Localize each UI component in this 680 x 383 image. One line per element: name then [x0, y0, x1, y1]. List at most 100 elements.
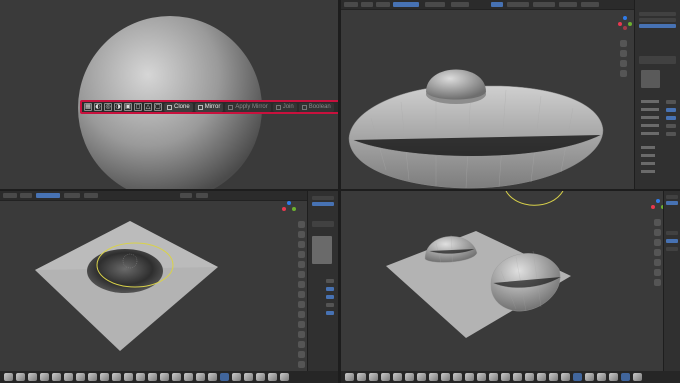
- brush-tool-icon[interactable]: [357, 373, 366, 381]
- outliner-row[interactable]: [666, 195, 678, 199]
- brush-tool-icon[interactable]: [441, 373, 450, 381]
- property-field[interactable]: [326, 311, 334, 315]
- brush-tool-icon[interactable]: [585, 373, 594, 381]
- brush-tool-icon[interactable]: [489, 373, 498, 381]
- tool-icon[interactable]: [298, 281, 305, 288]
- property-field[interactable]: [666, 132, 676, 136]
- apply-mirror-button[interactable]: Apply Mirror: [225, 102, 271, 112]
- navigation-gizmo[interactable]: [282, 201, 296, 215]
- property-field[interactable]: [326, 303, 334, 307]
- tool-icon[interactable]: [298, 291, 305, 298]
- brush-preview[interactable]: [641, 70, 660, 88]
- brush-tool-icon[interactable]: [609, 373, 618, 381]
- brush-panel[interactable]: [312, 221, 334, 227]
- outliner-row[interactable]: [312, 196, 334, 200]
- brush-tool-icon[interactable]: [453, 373, 462, 381]
- viewport-sphere[interactable]: ▦ ◐ ◎ ◑ ▣ ◻ △ ▢ Clone Mirror Apply Mirro…: [0, 0, 338, 189]
- tool-icon[interactable]: [298, 361, 305, 368]
- brush-icon[interactable]: ▦: [84, 103, 92, 111]
- mesh-icon[interactable]: ▢: [154, 103, 162, 111]
- brush-tool-icon[interactable]: [256, 373, 265, 381]
- brush-preview[interactable]: [312, 236, 332, 264]
- brush-tool-icon[interactable]: [280, 373, 289, 381]
- brush-tool-icon-selected[interactable]: [220, 373, 229, 381]
- brush-tool-icon[interactable]: [16, 373, 25, 381]
- join-button[interactable]: Join: [272, 102, 297, 112]
- property-field[interactable]: [666, 239, 678, 243]
- brush-tool-icon[interactable]: [393, 373, 402, 381]
- tool-icon[interactable]: [654, 259, 661, 266]
- remesh-icon[interactable]: ◎: [104, 103, 112, 111]
- viewport-disc[interactable]: [341, 0, 680, 189]
- tool-icon[interactable]: [298, 331, 305, 338]
- property-field[interactable]: [666, 247, 678, 251]
- property-field[interactable]: [666, 231, 678, 235]
- brush-tool-icon[interactable]: [465, 373, 474, 381]
- brush-tool-icon[interactable]: [405, 373, 414, 381]
- property-field[interactable]: [326, 287, 334, 291]
- property-field[interactable]: [326, 279, 334, 283]
- tool-icon[interactable]: [298, 351, 305, 358]
- brush-tool-icon[interactable]: [124, 373, 133, 381]
- brush-tool-icon[interactable]: [136, 373, 145, 381]
- property-field[interactable]: [666, 100, 676, 104]
- camera-icon[interactable]: [620, 60, 627, 67]
- tool-icon[interactable]: [298, 321, 305, 328]
- brush-tool-icon[interactable]: [597, 373, 606, 381]
- property-field[interactable]: [666, 124, 676, 128]
- brush-tool-icon[interactable]: [244, 373, 253, 381]
- dyntopo-icon[interactable]: ◐: [94, 103, 102, 111]
- snap-icon[interactable]: △: [144, 103, 152, 111]
- brush-tool-icon-selected[interactable]: [621, 373, 630, 381]
- brush-tool-icon[interactable]: [501, 373, 510, 381]
- brush-tool-icon[interactable]: [268, 373, 277, 381]
- brush-tool-icon[interactable]: [88, 373, 97, 381]
- pan-icon[interactable]: [620, 50, 627, 57]
- tool-icon[interactable]: [298, 301, 305, 308]
- outliner-row-selected[interactable]: [666, 201, 678, 205]
- property-field[interactable]: [326, 295, 334, 299]
- outliner-row-selected[interactable]: [639, 24, 676, 28]
- brush-tool-icon[interactable]: [64, 373, 73, 381]
- brush-tool-icon[interactable]: [148, 373, 157, 381]
- brush-tool-icon[interactable]: [429, 373, 438, 381]
- brush-tool-icon[interactable]: [525, 373, 534, 381]
- grid-icon[interactable]: [620, 70, 627, 77]
- outliner-row[interactable]: [639, 18, 676, 22]
- brush-panel[interactable]: [639, 56, 676, 64]
- brush-tool-icon[interactable]: [28, 373, 37, 381]
- zoom-icon[interactable]: [298, 221, 305, 228]
- clone-button[interactable]: Clone: [164, 102, 193, 112]
- brush-tool-icon[interactable]: [549, 373, 558, 381]
- brush-tool-icon[interactable]: [172, 373, 181, 381]
- navigation-gizmo[interactable]: [618, 16, 632, 30]
- brush-tool-icon[interactable]: [417, 373, 426, 381]
- tool-icon[interactable]: [298, 261, 305, 268]
- brush-tool-icon[interactable]: [100, 373, 109, 381]
- brush-tool-icon[interactable]: [184, 373, 193, 381]
- property-field[interactable]: [666, 108, 676, 112]
- boolean-button[interactable]: Boolean: [298, 102, 334, 112]
- camera-icon[interactable]: [654, 239, 661, 246]
- face-set-icon[interactable]: ◻: [134, 103, 142, 111]
- camera-icon[interactable]: [298, 241, 305, 248]
- zoom-icon[interactable]: [620, 40, 627, 47]
- brush-tool-icon[interactable]: [40, 373, 49, 381]
- property-field[interactable]: [666, 116, 676, 120]
- tool-icon[interactable]: [654, 269, 661, 276]
- brush-tool-icon[interactable]: [345, 373, 354, 381]
- mirror-button[interactable]: Mirror: [194, 102, 224, 112]
- grid-icon[interactable]: [298, 251, 305, 258]
- brush-tool-icon[interactable]: [513, 373, 522, 381]
- outliner-row-selected[interactable]: [312, 202, 334, 206]
- tool-icon[interactable]: [298, 311, 305, 318]
- mask-icon[interactable]: ▣: [124, 103, 132, 111]
- brush-tool-icon[interactable]: [561, 373, 570, 381]
- brush-tool-icon[interactable]: [381, 373, 390, 381]
- pan-icon[interactable]: [298, 231, 305, 238]
- brush-tool-icon[interactable]: [369, 373, 378, 381]
- tool-icon[interactable]: [298, 271, 305, 278]
- brush-tool-icon[interactable]: [76, 373, 85, 381]
- pan-icon[interactable]: [654, 229, 661, 236]
- zoom-icon[interactable]: [654, 219, 661, 226]
